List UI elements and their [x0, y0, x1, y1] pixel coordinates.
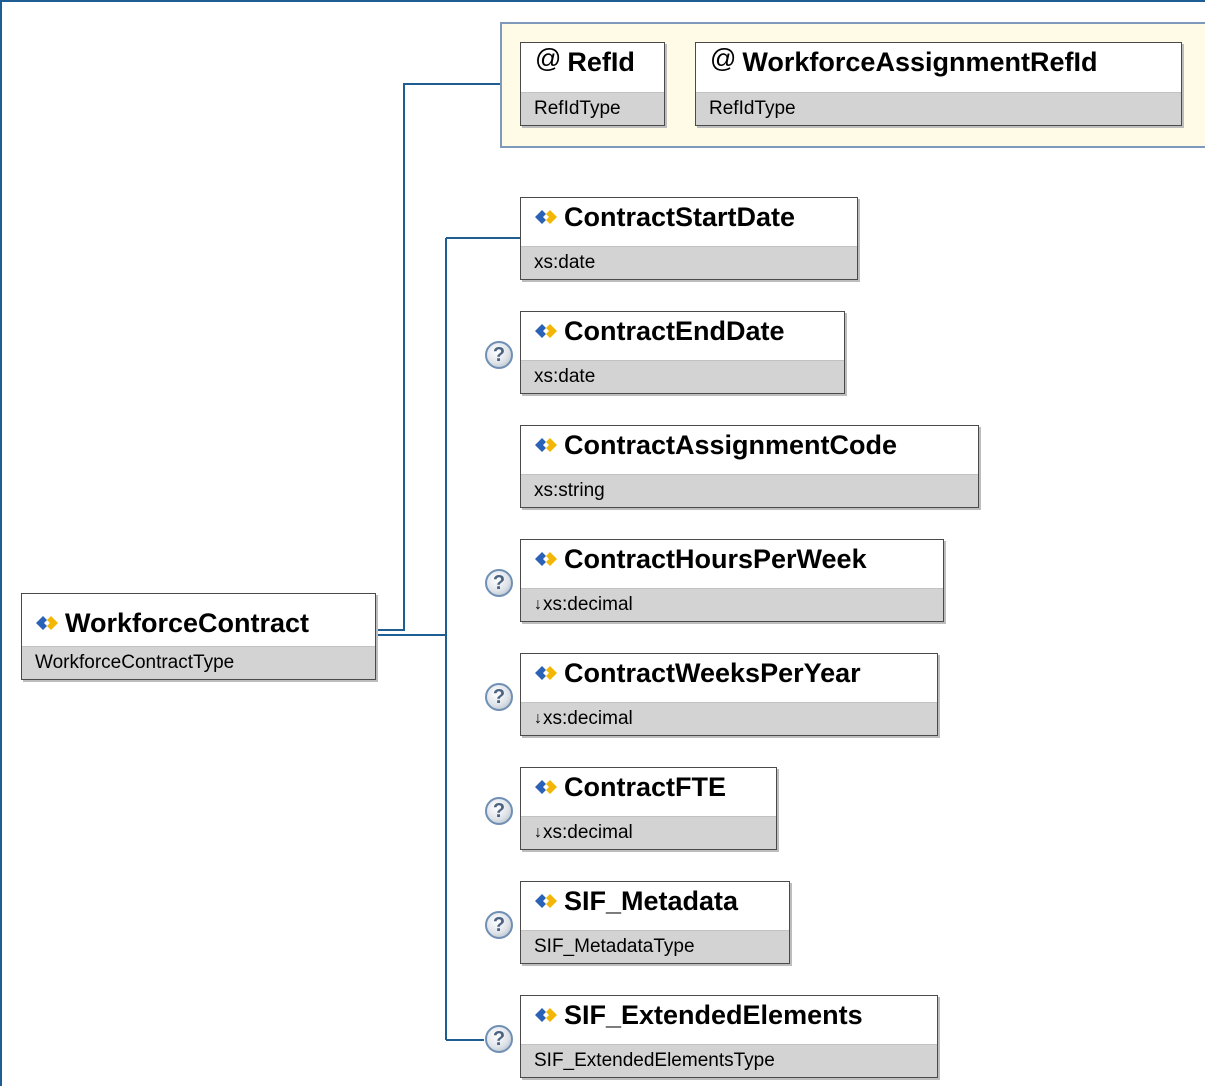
element-sif-extended-elements[interactable]: SIF_ExtendedElements SIF_ExtendedElements… — [520, 995, 938, 1078]
element-type: ↓ xs:decimal — [521, 816, 776, 849]
attribute-type: RefIdType — [521, 92, 664, 125]
attribute-name: RefId — [567, 46, 635, 77]
element-icon — [36, 616, 58, 630]
connector-attributes — [376, 83, 500, 631]
element-name: ContractWeeksPerYear — [564, 657, 861, 688]
element-type: xs:string — [521, 474, 978, 507]
type-name: xs:decimal — [543, 594, 633, 615]
element-header: ContractAssignmentCode — [521, 426, 978, 464]
root-type: WorkforceContractType — [22, 646, 375, 679]
type-name: xs:decimal — [543, 822, 633, 843]
optional-indicator-icon: ? — [485, 797, 513, 825]
element-contract-fte[interactable]: ContractFTE ↓ xs:decimal — [520, 767, 777, 850]
attribute-workforceassignmentrefid[interactable]: @ WorkforceAssignmentRefId RefIdType — [695, 42, 1182, 126]
element-type: ↓ xs:decimal — [521, 702, 937, 735]
element-header: SIF_ExtendedElements — [521, 996, 937, 1034]
element-type: ↓ xs:decimal — [521, 588, 943, 621]
type-name: SIF_ExtendedElementsType — [534, 1050, 775, 1071]
element-contract-weeks-per-year[interactable]: ContractWeeksPerYear ↓ xs:decimal — [520, 653, 938, 736]
root-element-workforcecontract[interactable]: WorkforceContract WorkforceContractType — [21, 593, 376, 680]
element-header: SIF_Metadata — [521, 882, 789, 920]
restriction-arrow-icon: ↓ — [534, 710, 542, 727]
type-name: xs:string — [534, 480, 605, 501]
element-type: xs:date — [521, 246, 857, 279]
element-icon — [535, 1008, 557, 1022]
element-header: ContractFTE — [521, 768, 776, 806]
element-icon — [535, 324, 557, 338]
optional-indicator-icon: ? — [485, 341, 513, 369]
element-header: ContractHoursPerWeek — [521, 540, 943, 578]
element-icon — [535, 438, 557, 452]
element-contract-assignment-code[interactable]: ContractAssignmentCode xs:string — [520, 425, 979, 508]
element-contract-end-date[interactable]: ContractEndDate xs:date — [520, 311, 845, 394]
element-name: ContractAssignmentCode — [564, 429, 898, 460]
element-icon — [535, 552, 557, 566]
element-icon — [535, 780, 557, 794]
attribute-refid[interactable]: @ RefId RefIdType — [520, 42, 665, 126]
element-icon — [535, 210, 557, 224]
element-type: xs:date — [521, 360, 844, 393]
type-name: xs:decimal — [543, 708, 633, 729]
element-header: ContractEndDate — [521, 312, 844, 350]
element-icon — [535, 666, 557, 680]
element-name: ContractEndDate — [564, 315, 785, 346]
attribute-type: RefIdType — [696, 92, 1181, 125]
restriction-arrow-icon: ↓ — [534, 596, 542, 613]
element-contract-hours-per-week[interactable]: ContractHoursPerWeek ↓ xs:decimal — [520, 539, 944, 622]
optional-indicator-icon: ? — [485, 683, 513, 711]
type-name: xs:date — [534, 252, 596, 273]
element-name: ContractFTE — [564, 771, 726, 802]
optional-indicator-icon: ? — [485, 911, 513, 939]
element-name: SIF_Metadata — [564, 885, 739, 916]
root-name: WorkforceContract — [65, 607, 310, 638]
element-sif-metadata[interactable]: SIF_Metadata SIF_MetadataType — [520, 881, 790, 964]
attribute-name: WorkforceAssignmentRefId — [742, 46, 1098, 77]
optional-indicator-icon: ? — [485, 1025, 513, 1053]
optional-indicator-icon: ? — [485, 569, 513, 597]
element-icon — [535, 894, 557, 908]
element-header: ContractStartDate — [521, 198, 857, 236]
element-header: ContractWeeksPerYear — [521, 654, 937, 692]
element-type: SIF_MetadataType — [521, 930, 789, 963]
element-contract-start-date[interactable]: ContractStartDate xs:date — [520, 197, 858, 280]
type-name: xs:date — [534, 366, 596, 387]
at-sign-icon: @ — [535, 42, 562, 73]
type-name: SIF_MetadataType — [534, 936, 695, 957]
element-name: SIF_ExtendedElements — [564, 999, 863, 1030]
restriction-arrow-icon: ↓ — [534, 824, 542, 841]
element-name: ContractHoursPerWeek — [564, 543, 867, 574]
element-name: ContractStartDate — [564, 201, 796, 232]
at-sign-icon: @ — [710, 42, 737, 73]
element-type: SIF_ExtendedElementsType — [521, 1044, 937, 1077]
